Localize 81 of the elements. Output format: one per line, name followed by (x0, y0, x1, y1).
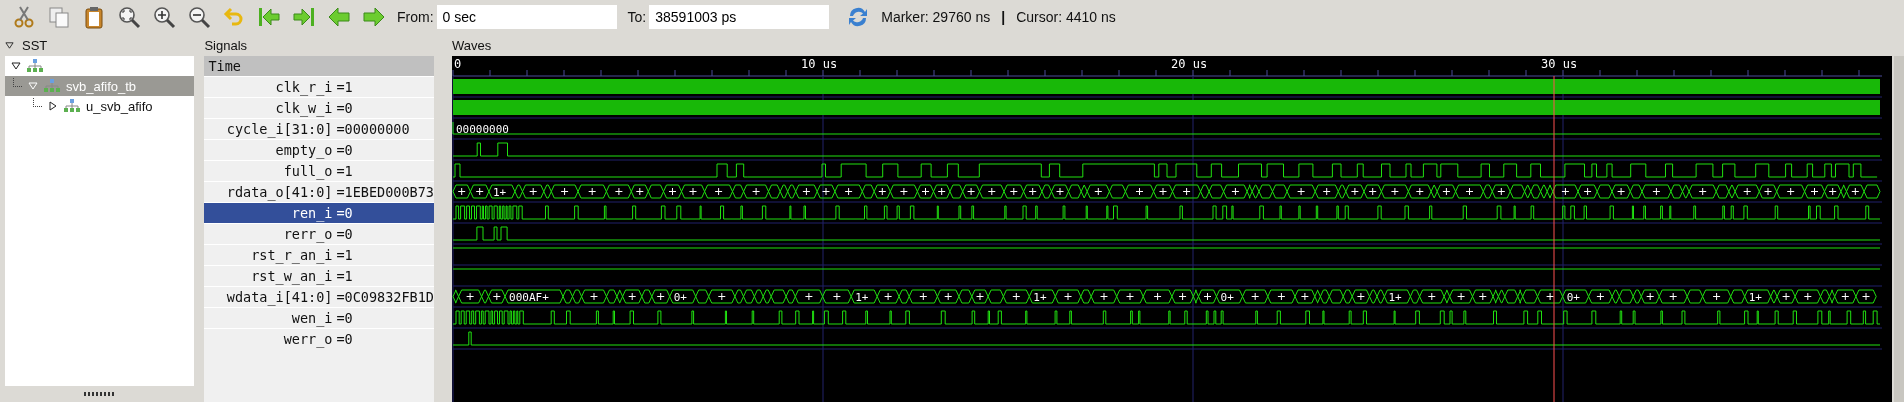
signal-name: cycle_i[31:0] (225, 121, 333, 137)
signal-value: =0 (335, 226, 353, 242)
bus-value-label: 0+ (673, 291, 687, 304)
jump-end-icon[interactable] (292, 5, 316, 29)
panel-title: SST (22, 37, 48, 53)
signal-value: =1 (335, 247, 353, 263)
signal-row[interactable]: rst_w_an_i =1 (204, 265, 434, 286)
ruler-label: 30 us (1541, 57, 1578, 71)
signal-value: =0 (335, 310, 353, 326)
signal-row[interactable]: full_o =1 (204, 160, 434, 181)
cursor-time: Cursor: 4410 ns (1016, 9, 1116, 25)
signal-value: =1 (335, 163, 353, 179)
signal-value: =1 (335, 79, 353, 95)
resize-grip-icon[interactable] (83, 392, 116, 396)
signal-name: ren_i (290, 205, 333, 221)
signal-value: =1EBED000B73 (335, 184, 434, 200)
paste-icon[interactable] (82, 5, 106, 29)
signal-value: =0 (335, 205, 353, 221)
signal-name: rst_r_an_i (250, 247, 333, 263)
hierarchy-icon (44, 79, 60, 93)
signal-name: clk_r_i (274, 79, 333, 95)
signal-row[interactable]: ren_i =0 (204, 202, 434, 223)
signal-row[interactable]: cycle_i[31:0] =00000000 (204, 118, 434, 139)
hierarchy-icon (64, 99, 80, 113)
bus-value-label: 1+ (492, 186, 507, 199)
hierarchy-icon (27, 59, 43, 73)
bus-value-label: 1+ (1388, 291, 1402, 304)
signal-value: =0C09832FB1D (335, 289, 434, 305)
cut-icon[interactable] (12, 5, 36, 29)
right-arrow-icon[interactable] (362, 5, 386, 29)
to-field[interactable]: 38591003 ps (649, 5, 830, 29)
ruler-label: 10 us (801, 57, 838, 71)
signal-row[interactable]: clk_r_i =1 (204, 76, 434, 97)
zoom-in-icon[interactable] (152, 5, 176, 29)
bus-value-label: 0+ (1220, 291, 1234, 304)
separator: | (1001, 9, 1006, 25)
signal-row[interactable]: rst_r_an_i =1 (204, 244, 434, 265)
bus-value-label: 00000000 (456, 122, 509, 136)
collapse-arrow-icon[interactable] (5, 40, 14, 50)
panel-title: Signals (204, 37, 248, 53)
signal-name: wdata_i[41:0] (225, 289, 333, 305)
ruler-label: 0 (454, 57, 462, 71)
signal-row[interactable]: wen_i =0 (204, 307, 434, 328)
signal-name: rerr_o (282, 226, 333, 242)
panel-title: Waves (452, 37, 492, 53)
signal-value: =0 (335, 100, 353, 116)
from-label: From: (397, 9, 434, 25)
zoom-out-icon[interactable] (187, 5, 211, 29)
ruler-label: 20 us (1171, 57, 1208, 71)
signal-value: =0 (335, 142, 353, 158)
to-label: To: (627, 9, 647, 25)
signal-row[interactable]: rerr_o =0 (204, 223, 434, 244)
signal-value: =0 (335, 331, 353, 347)
signal-name: wen_i (290, 310, 333, 326)
marker-time: Marker: 29760 ns (881, 9, 991, 25)
tree-item[interactable]: u_svb_afifo (5, 96, 195, 116)
jump-start-icon[interactable] (257, 5, 281, 29)
bus-value-label: 0+ (1566, 291, 1580, 304)
signal-name: rdata_o[41:0] (225, 184, 333, 200)
expander-icon[interactable] (48, 101, 58, 111)
expander-icon[interactable] (11, 61, 21, 71)
bus-value-label: 1+ (1748, 291, 1762, 304)
from-field[interactable]: 0 sec (436, 5, 617, 29)
signal-name: werr_o (282, 331, 333, 347)
signal-name: rst_w_an_i (250, 268, 333, 284)
signal-name: full_o (282, 163, 333, 179)
copy-icon[interactable] (47, 5, 71, 29)
signal-row[interactable]: clk_w_i =0 (204, 97, 434, 118)
signal-value: =1 (335, 268, 353, 284)
bus-value-label: 1+ (855, 291, 869, 304)
bus-value-label: 000AF+ (509, 291, 549, 304)
zoom-fit-icon[interactable] (117, 5, 141, 29)
left-arrow-icon[interactable] (327, 5, 351, 29)
time-header: Time (204, 56, 434, 76)
signal-row[interactable]: empty_o =0 (204, 139, 434, 160)
signal-row[interactable]: wdata_i[41:0] =0C09832FB1D (204, 286, 434, 307)
signal-value: =00000000 (335, 121, 410, 137)
signal-name: empty_o (274, 142, 333, 158)
signal-row[interactable]: werr_o =0 (204, 328, 434, 349)
bus-value-label: 1+ (1033, 291, 1047, 304)
signal-name: clk_w_i (274, 100, 333, 116)
